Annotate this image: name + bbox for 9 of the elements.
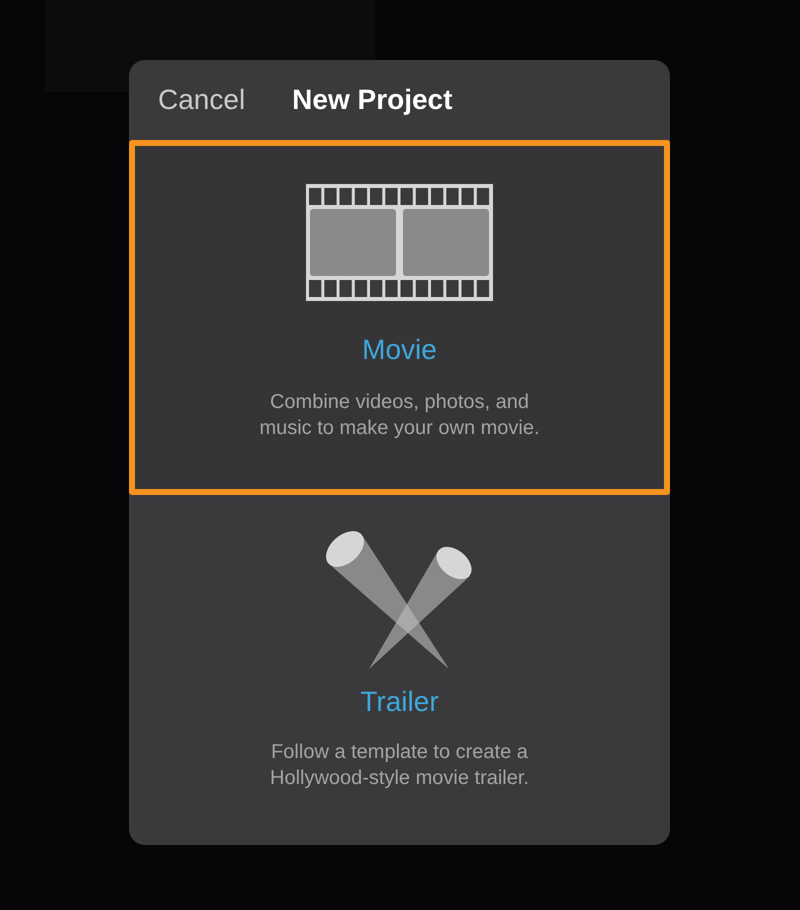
film-strip-icon	[306, 184, 493, 301]
project-option[interactable]: Movie Combine videos, photos, and music to make your own movie.	[129, 140, 670, 495]
option-description: Combine videos, photos, and music to make your own movie.	[258, 390, 541, 441]
project-option[interactable]: Trailer Follow a template to create a Hollywood-style movie trailer.	[129, 495, 670, 845]
cancel-button[interactable]: Cancel	[158, 84, 246, 116]
option-description: Follow a template to create a Hollywood-style movie trailer.	[269, 740, 530, 791]
dialog-title: New Project	[292, 84, 452, 116]
option-title: Movie	[362, 333, 437, 367]
option-title: Trailer	[360, 685, 439, 719]
